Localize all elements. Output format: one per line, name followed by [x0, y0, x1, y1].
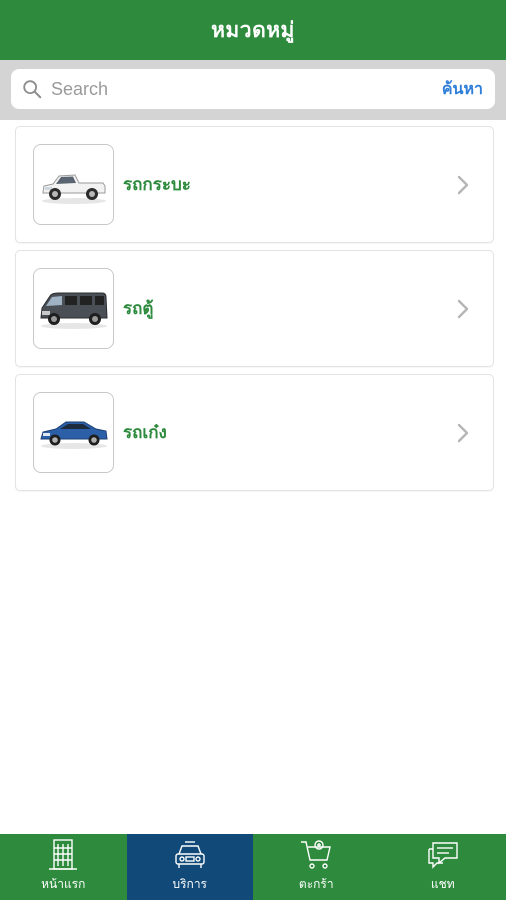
tab-cart[interactable]: ตะกร้า — [253, 834, 380, 900]
search-input[interactable] — [51, 78, 442, 100]
tab-label: หน้าแรก — [41, 877, 86, 891]
tab-label: ตะกร้า — [298, 877, 334, 891]
building-icon — [49, 839, 78, 870]
search-button[interactable]: ค้นหา — [442, 77, 483, 102]
chat-icon — [428, 842, 458, 869]
cart-icon — [301, 840, 332, 869]
car-service-icon — [175, 841, 205, 868]
tab-services[interactable]: บริการ — [126, 834, 253, 900]
chevron-right-icon — [457, 175, 469, 194]
van-image — [33, 268, 114, 349]
chevron-right-icon — [457, 423, 469, 442]
category-item-van[interactable]: รถตู้ — [15, 250, 494, 367]
tab-label: แชท — [430, 877, 455, 891]
category-label: รถเก๋ง — [123, 423, 167, 443]
app-header: หมวดหมู่ — [0, 0, 506, 60]
pickup-truck-image — [33, 144, 114, 225]
chevron-right-icon — [457, 299, 469, 318]
tab-chat[interactable]: แชท — [380, 834, 506, 900]
page-title: หมวดหมู่ — [211, 17, 295, 42]
bottom-tab-bar: หน้าแรก บริการ ตะกร้า แชท — [0, 834, 506, 900]
search-bar: ค้นหา — [0, 60, 506, 120]
category-item-pickup[interactable]: รถกระบะ — [15, 126, 494, 243]
category-label: รถกระบะ — [123, 175, 191, 195]
search-box: ค้นหา — [11, 69, 495, 109]
tab-label: บริการ — [172, 877, 207, 891]
category-list: รถกระบะ รถตู้ รถเก๋ง — [15, 126, 494, 498]
sedan-image — [33, 392, 114, 473]
category-item-sedan[interactable]: รถเก๋ง — [15, 374, 494, 491]
search-icon — [23, 80, 42, 99]
tab-home[interactable]: หน้าแรก — [0, 834, 127, 900]
category-label: รถตู้ — [123, 299, 154, 319]
